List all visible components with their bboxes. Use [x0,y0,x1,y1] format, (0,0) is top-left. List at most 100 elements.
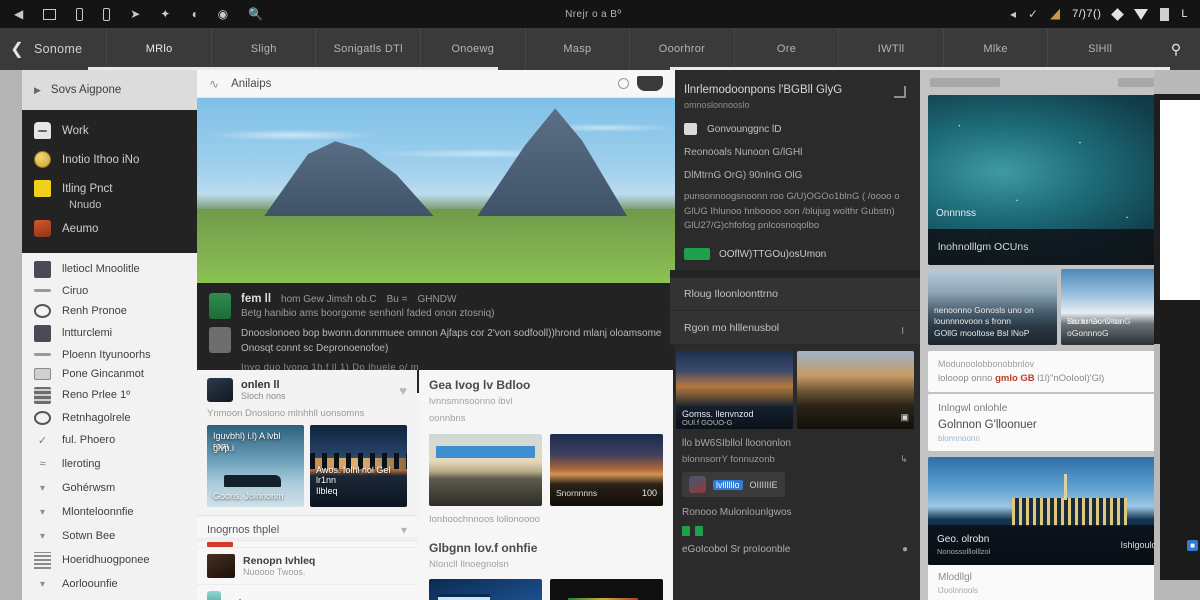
cup-icon[interactable] [637,76,663,91]
thumbnail-dark-monitor[interactable] [550,578,663,600]
thumb-overlay2: Slo lunoc OllonG oGonnnoG [1067,316,1131,338]
thumbnail-sunset-city[interactable]: Snornnnns 100 [550,433,663,506]
sidebar-item-14[interactable]: ▾ Aorloounfie [22,572,197,596]
battery-vertical-icon[interactable] [76,7,84,21]
nav-bar: ❮ Sonome MRlo Sligh Sonigatls DTl Onoewg… [0,28,1200,70]
slider-icon[interactable]: ╷ [899,321,906,334]
edge-chip-badge[interactable]: ■ [1187,540,1198,551]
sidebar-light-section: lletiocl Mnoolitle Ciruo Renh Pronoe lnt… [22,253,197,600]
send-arrow-icon[interactable]: ➤ [130,8,140,20]
sidebar-item-6[interactable]: Reno Prlee 1º [22,383,197,407]
f-hero-bar: lnohnolllgm OCUns i [928,229,1190,265]
lines-icon [34,551,51,569]
thumbnail-mountain-cloud[interactable]: nenoonno Gonosls uno on lounnnovoon s fr… [928,269,1057,345]
sidebar-item-0[interactable]: lletiocl Mnoolitle [22,257,197,281]
back-arrow-icon[interactable]: ◀ [14,8,23,20]
mini-row-0[interactable]: Renopn Ivhleq Nuoooo Twoos. [197,547,417,584]
thumbnail-blue-desktop[interactable] [429,578,542,600]
sidebar-item-label: Gohérwsm [62,482,116,494]
circle-icon[interactable] [618,78,629,89]
sidebar-item-13[interactable]: Hoeridhuogponee [22,548,197,572]
dark-block-row-1[interactable]: Dnooslonoeo bop bwonn.donmmuee omnon Ajf… [209,327,663,373]
d-badge-row[interactable]: OOflW)TTGOu)osUmon [684,248,906,261]
sidebar-item-10[interactable]: ▾ Gohérwsm [22,476,197,500]
tab-9[interactable]: SlHll [1047,28,1152,70]
person-icon [34,220,51,237]
sidebar-item-3[interactable]: lntturclemi [22,321,197,345]
sidebar-subitem[interactable]: Nnudo [22,199,197,211]
sidebar-item-label: lleroting [62,458,101,470]
thumb-caption2: OUl.f GOUO-G [682,418,733,428]
wave-icon: ≈ [39,458,46,470]
tab-3[interactable]: Onoewg [420,28,525,70]
nav-search-button[interactable]: ⚲ [1152,28,1200,70]
thumbnail-castle-night[interactable]: Geo. olrobn Nonossolllolllzol Ishlgoulon… [928,457,1190,565]
tab-8[interactable]: Mlke [942,28,1048,70]
thumb-caption-mid2: Ilbleq [316,486,338,496]
clock-icon[interactable]: ◖ [190,8,197,20]
thumbnail-misty-boat[interactable]: Iguvbhl) i.l) A lvbl rom glvp.i Goons. J… [207,425,304,507]
list-icon [684,123,697,135]
avatar[interactable] [207,378,233,402]
d-line-6[interactable]: eGoIcobol Sr proIoonble ● [670,536,920,555]
sidebar-item-inotio[interactable]: Inotio Ithoo iNo [22,145,197,174]
f-card-2[interactable]: ⚑ Inlngwl onlohle Golnnon G'lloonuer blo… [928,394,1190,451]
f-card-1[interactable]: ♥ Modunoolobbonobbnlov lolooop onno gmlo… [928,351,1190,392]
thumbnail-night-city[interactable]: Awos. Iolhl nol Gel lr1nn Ilbleq [310,425,407,507]
calculator-icon[interactable] [43,8,57,20]
mini-row-sub: Nuoooo Twoos. [243,567,306,577]
search-icon[interactable]: 🔍 [248,8,263,20]
chevron-down-icon[interactable]: ▾ [401,523,407,537]
d-strip-0[interactable]: Rloug Iloonloonttrno [670,278,920,312]
sidebar-item-8[interactable]: ✓ ful. Phoero [22,428,197,452]
sidebar-item-aeumo[interactable]: Aeumo [22,214,197,243]
sidebar-item-2[interactable]: Renh Pronoe [22,300,197,321]
sidebar-item-label: Aeumo [62,222,99,235]
heart-icon[interactable]: ♥ [399,383,407,398]
thumbnail-lake[interactable] [429,433,542,506]
sidebar-item-1[interactable]: Ciruo [22,281,197,300]
d-chip[interactable]: lvllllllo OIIIIIIE [682,472,785,498]
sidebar-item-work[interactable]: Work [22,116,197,145]
nav-back-button[interactable]: ❮ [0,28,34,70]
mini-row-1[interactable]: BjcJoonnoc TTAINy [197,584,417,600]
tab-1[interactable]: Sligh [210,28,316,70]
hero-image [197,98,675,283]
d-strip-1[interactable]: Rgon mo hlllenusbol ╷ [670,311,920,346]
status-bar-right-icons: ◂ ✓ 7/)7() L [1010,7,1192,21]
dark-block-subtitle: Betg hanibio ams boorgome senhonl faded … [241,308,495,319]
d-row-1[interactable]: Gonvounggnc lD [684,123,906,135]
reply-icon[interactable]: ↳ [900,454,908,465]
tab-4[interactable]: Masp [524,28,630,70]
thumb-caption: Snornnnns [556,487,598,498]
tab-6[interactable]: Ore [733,28,839,70]
sidebar-item-4[interactable]: Ploenn Ityunoorhs [22,345,197,364]
sidebar-header[interactable]: ▶ Sovs Aigpone [22,70,197,110]
sidebar-item-11[interactable]: ▾ Mlonteloonnfie [22,500,197,524]
expand-icon[interactable] [894,86,906,98]
hero-teal-starfield[interactable]: Onnnnss lnohnolllgm OCUns i [928,95,1190,265]
sidebar-item-9[interactable]: ≈ lleroting [22,452,197,476]
f-footer[interactable]: ♥ Mlodllgl lJoolnnools Bll Pllleg lvorll… [928,565,1190,600]
tab-5[interactable]: Ooorhror [629,28,734,70]
hero-card-actions [618,76,663,91]
green-dot-icon [682,526,690,537]
d-subtitle: omnoslonnooslo [684,100,750,110]
sidebar-item-12[interactable]: ▾ Sotwn Bee [22,524,197,548]
sync-icon[interactable]: ◉ [218,8,228,20]
sim-card-icon[interactable] [103,7,111,21]
more-icon[interactable]: ● [902,544,908,555]
sidebar-item-15[interactable]: Pletite Ciegure [22,596,197,600]
sidebar-item-label: Reno Prlee 1º [62,389,131,401]
tab-2[interactable]: Sonigatls DTl [315,28,420,70]
dark-block-row-0[interactable]: fem ll hom Gew Jimsh ob.C Bu = GHNDW Bet… [209,293,663,319]
thumbnail-pier-sunset[interactable]: ▣ [797,351,914,430]
pin-icon[interactable]: ✦ [160,8,170,20]
thumbnail-pier-night[interactable]: Gomss. llenvnzod OUl.f GOUO-G [676,351,793,430]
tab-0[interactable]: MRlo [106,28,211,70]
sidebar-item-5[interactable]: Pone Gincanmot [22,364,197,383]
nav-tab-list: MRlo Sligh Sonigatls DTl Onoewg Masp Ooo… [106,28,1152,70]
thumb-caption-bottom: Goons. Jolnnonm [213,491,284,501]
sidebar-item-7[interactable]: Retnhagolrele [22,407,197,428]
tab-7[interactable]: IWTll [838,28,943,70]
